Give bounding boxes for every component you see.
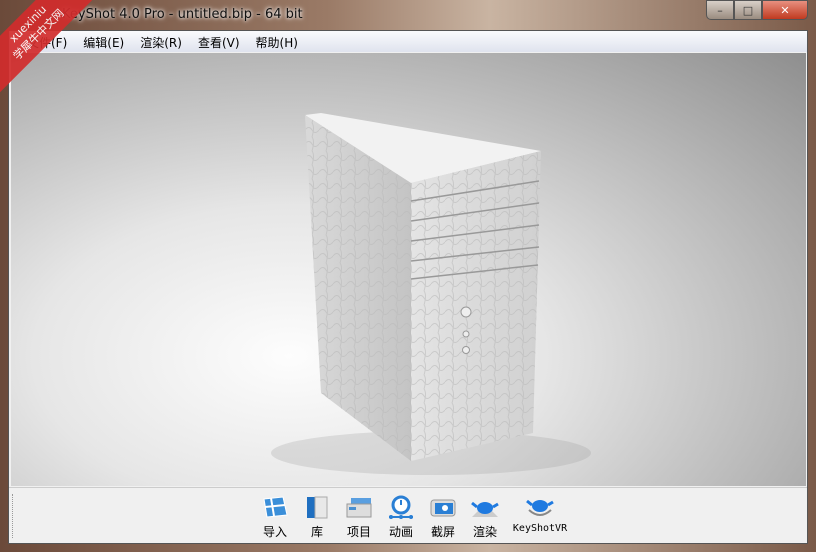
title-bar: KeyShot 4.0 Pro - untitled.bip - 64 bit … <box>0 0 816 30</box>
menu-edit[interactable]: 编辑(E) <box>75 31 132 52</box>
animation-label: 动画 <box>388 525 413 539</box>
screenshot-icon <box>428 494 458 520</box>
render-button[interactable]: 渲染 <box>464 494 506 540</box>
render-viewport[interactable] <box>11 53 806 486</box>
close-button[interactable]: ✕ <box>762 0 808 20</box>
minimize-button[interactable]: – <box>706 0 734 20</box>
project-icon <box>344 494 374 520</box>
project-label: 项目 <box>346 525 371 539</box>
screenshot-label: 截屏 <box>430 525 455 539</box>
library-label: 库 <box>310 525 323 539</box>
animation-button[interactable]: 动画 <box>380 494 422 540</box>
import-button[interactable]: 导入 <box>254 494 296 540</box>
window-title: KeyShot 4.0 Pro - untitled.bip - 64 bit <box>62 7 303 22</box>
pc-case-model <box>271 113 591 475</box>
toolbar-grip[interactable] <box>12 494 15 538</box>
maximize-button[interactable]: □ <box>734 0 762 20</box>
keyshotvr-label: KeyShotVR <box>512 523 568 534</box>
screenshot-button[interactable]: 截屏 <box>422 494 464 540</box>
library-button[interactable]: 库 <box>296 494 338 540</box>
render-label: 渲染 <box>472 525 497 539</box>
keyshotvr-icon <box>525 494 555 520</box>
import-label: 导入 <box>262 525 287 539</box>
menu-bar: 文件(F) 编辑(E) 渲染(R) 查看(V) 帮助(H) <box>9 31 807 52</box>
library-icon <box>302 494 332 520</box>
bottom-toolbar: 导入 库 项目 动画 截屏 渲染 KeyShotVR <box>9 487 807 543</box>
menu-render[interactable]: 渲染(R) <box>132 31 190 52</box>
project-button[interactable]: 项目 <box>338 494 380 540</box>
animation-icon <box>386 494 416 520</box>
menu-view[interactable]: 查看(V) <box>190 31 248 52</box>
render-icon <box>470 494 500 520</box>
import-icon <box>260 494 290 520</box>
keyshotvr-button[interactable]: KeyShotVR <box>506 494 574 540</box>
app-window: 文件(F) 编辑(E) 渲染(R) 查看(V) 帮助(H) <box>8 30 808 544</box>
menu-help[interactable]: 帮助(H) <box>248 31 306 52</box>
